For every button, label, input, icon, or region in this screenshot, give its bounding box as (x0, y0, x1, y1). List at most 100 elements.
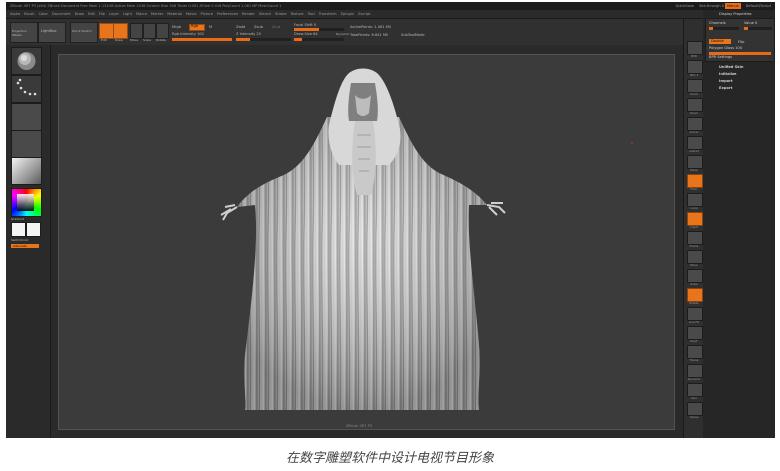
quicksave-button[interactable]: QuickSave (671, 4, 694, 8)
color-picker[interactable] (11, 188, 42, 217)
menu-transform[interactable]: Transform (319, 12, 337, 16)
zadd-toggle[interactable]: Zadd (236, 25, 245, 29)
flip-toggle[interactable]: Flip (738, 40, 744, 44)
shelf-label: BPR (691, 54, 697, 58)
transpose-marker (631, 142, 633, 144)
seethrough-slider[interactable]: See-through 0 (695, 4, 724, 8)
menu-render[interactable]: Render (242, 12, 255, 16)
shelf-button-line-fill[interactable] (687, 307, 703, 321)
color-picker-square[interactable] (17, 194, 34, 211)
focal-shift-slider[interactable]: Focal Shift 0 (294, 23, 316, 27)
menu-marker[interactable]: Marker (151, 12, 163, 16)
alternate-button[interactable]: Alternate (11, 244, 39, 248)
menu-edit[interactable]: Edit (88, 12, 95, 16)
import-menu[interactable]: Import (719, 79, 733, 83)
secondary-color-swatch[interactable] (26, 222, 41, 237)
shelf-button-scale[interactable] (687, 269, 703, 283)
subtool-mode-button[interactable]: SubToolMode (401, 33, 425, 37)
rgb-toggle[interactable]: Rgb (191, 24, 198, 28)
draw-mode-button[interactable] (113, 23, 128, 39)
value-track[interactable] (744, 27, 772, 30)
menu-stencil[interactable]: Stencil (259, 12, 271, 16)
shelf-button-xpose[interactable] (687, 402, 703, 416)
bpr-settings-button[interactable]: BPR Settings (709, 55, 732, 59)
rotate-mode-button[interactable] (156, 23, 169, 39)
texture-selector[interactable] (11, 130, 42, 158)
channels-track[interactable] (709, 27, 739, 30)
main-color-swatch[interactable] (11, 222, 26, 237)
mrgb-toggle[interactable]: Mrgb (172, 25, 181, 29)
menu-picture[interactable]: Picture (201, 12, 213, 16)
shelf-button-move[interactable] (687, 250, 703, 264)
menu-document[interactable]: Document (52, 12, 71, 16)
zcut-toggle[interactable]: Zcut (272, 25, 280, 29)
shelf-button-solo[interactable] (687, 383, 703, 397)
m-toggle[interactable]: M (209, 25, 212, 29)
menus-button[interactable]: Menus (725, 3, 741, 9)
menu-color[interactable]: Color (39, 12, 48, 16)
move-mode-button[interactable] (130, 23, 143, 39)
z-intensity-track[interactable] (236, 38, 291, 41)
initialize-menu[interactable]: Initialize (719, 72, 737, 76)
menu-movie[interactable]: Movie (186, 12, 197, 16)
shelf-label: Zoom (689, 111, 699, 115)
menu-light[interactable]: Light (123, 12, 132, 16)
menu-zscript[interactable]: Zscript (358, 12, 370, 16)
switch-color-button[interactable]: SwitchColor (11, 238, 29, 242)
material-selector[interactable] (11, 157, 42, 185)
brush-selector[interactable] (11, 47, 42, 75)
menu-alpha[interactable]: Alpha (10, 12, 20, 16)
shelf-label: Transp (689, 358, 699, 362)
double-toggle[interactable]: Double (709, 39, 731, 44)
menu-stroke[interactable]: Stroke (275, 12, 286, 16)
shelf-button-transp[interactable] (687, 345, 703, 359)
export-menu[interactable]: Export (719, 86, 732, 90)
shelf-button-spix-3[interactable] (687, 60, 703, 74)
shelf-button-l-sym[interactable] (687, 212, 703, 226)
shelf-button-zoom[interactable] (687, 98, 703, 112)
shelf-button-frame[interactable] (687, 231, 703, 245)
rgb-intensity-track[interactable] (172, 38, 232, 41)
shelf-button-floor[interactable] (687, 174, 703, 188)
channels-slider[interactable]: Channels (709, 21, 726, 25)
shelf-label: Line Fill (688, 320, 700, 324)
shelf-button-aahalf[interactable] (687, 136, 703, 150)
dynamic-toggle[interactable]: Dynamic (336, 32, 349, 36)
shelf-button-persp[interactable] (687, 155, 703, 169)
z-intensity-slider[interactable]: Z Intensity 25 (236, 32, 261, 36)
default-zscript-button[interactable]: DefaultZScript (742, 4, 771, 8)
shelf-button-actual[interactable] (687, 117, 703, 131)
value-slider[interactable]: Value 0 (744, 21, 757, 25)
hooded-figure-sculpt[interactable]: ZBrush 4R7 P3 (59, 55, 674, 429)
shelf-button-rotate[interactable] (687, 288, 703, 302)
shelf-label: PolyF (690, 339, 698, 343)
menu-texture[interactable]: Texture (290, 12, 303, 16)
shelf-button-polyf[interactable] (687, 326, 703, 340)
menu-file[interactable]: File (99, 12, 105, 16)
scale-mode-button[interactable] (143, 23, 156, 39)
edit-mode-button[interactable] (99, 23, 114, 39)
menu-zplugin[interactable]: Zplugin (340, 12, 354, 16)
polygon-gloss-slider[interactable]: Polygon Gloss 100 (709, 46, 742, 50)
alpha-selector[interactable] (11, 103, 42, 131)
shelf-button-local[interactable] (687, 193, 703, 207)
focal-shift-track[interactable] (294, 28, 344, 31)
stroke-selector[interactable] (11, 75, 42, 103)
draw-size-slider[interactable]: Draw Size 64 (294, 32, 318, 36)
menu-layer[interactable]: Layer (109, 12, 119, 16)
menu-preferences[interactable]: Preferences (217, 12, 238, 16)
draw-size-track[interactable] (294, 38, 344, 41)
menu-brush[interactable]: Brush (24, 12, 34, 16)
canvas-viewport[interactable]: ZBrush 4R7 P3 (58, 54, 675, 430)
zsub-toggle[interactable]: Zsub (254, 25, 263, 29)
menu-material[interactable]: Material (167, 12, 182, 16)
menu-draw[interactable]: Draw (75, 12, 84, 16)
shelf-button-bpr[interactable] (687, 41, 703, 55)
menu-macro[interactable]: Macro (136, 12, 147, 16)
shelf-button-scroll[interactable] (687, 79, 703, 93)
gradient-label: Gradient (11, 217, 25, 221)
unified-skin-menu[interactable]: Unified Skin (719, 65, 743, 69)
menu-tool[interactable]: Tool (308, 12, 315, 16)
rgb-intensity-slider[interactable]: Rgb Intensity 100 (172, 32, 204, 36)
shelf-button-dynamic[interactable] (687, 364, 703, 378)
